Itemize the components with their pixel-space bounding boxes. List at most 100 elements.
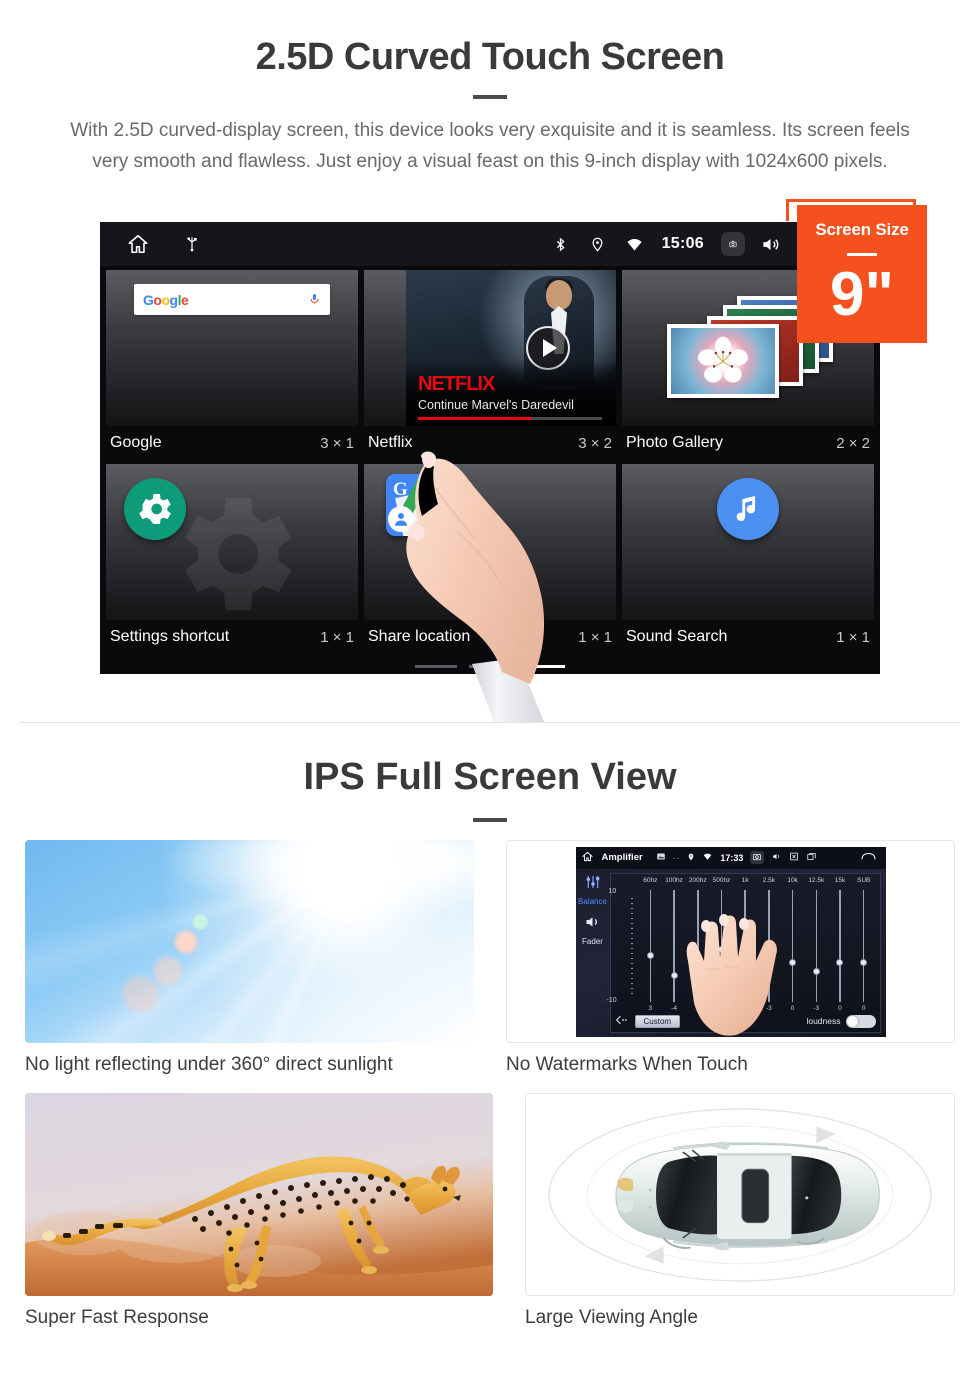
- wifi-icon[interactable]: [702, 852, 713, 863]
- google-maps-widget[interactable]: G: [364, 464, 616, 620]
- section-description: With 2.5D curved-display screen, this de…: [70, 120, 910, 172]
- feature-card-row: No light reflecting under 360° direct su…: [0, 840, 980, 1076]
- search-input[interactable]: Google: [134, 284, 330, 315]
- feature-card-row: Super Fast Response Large Viewing Angle: [0, 1093, 980, 1329]
- wifi-icon[interactable]: [623, 232, 647, 256]
- product-feature-page: 2.5D Curved Touch Screen With 2.5D curve…: [0, 0, 980, 1394]
- badge-title: Screen Size: [815, 220, 909, 239]
- section2-title: IPS Full Screen View: [303, 756, 677, 798]
- feature-card-viewing-angle: Large Viewing Angle: [525, 1093, 955, 1329]
- amplifier-status-bar: Amplifier ·· 17:33: [575, 846, 886, 869]
- widget-row: Google Google 3 × 1 NETFLIX Continue Mar…: [106, 270, 874, 462]
- page-dot[interactable]: [415, 665, 457, 668]
- google-g-letter: G: [393, 479, 408, 500]
- status-clock: 15:06: [661, 235, 704, 252]
- sound-search-widget[interactable]: [622, 464, 874, 620]
- amplifier-screenshot: Amplifier ·· 17:33 Balance Fader 60hz 10…: [506, 840, 955, 1043]
- recent-apps-icon[interactable]: [806, 852, 817, 863]
- sliders-icon[interactable]: [584, 874, 602, 895]
- running-cheetah: [25, 1093, 493, 1296]
- amplifier-clock: 17:33: [720, 852, 744, 863]
- device-status-bar: 15:06: [100, 222, 880, 266]
- page-dot[interactable]: [469, 665, 511, 668]
- volume-icon[interactable]: [771, 852, 782, 863]
- netflix-subtitle: Continue Marvel's Daredevil: [418, 398, 574, 412]
- camera-icon[interactable]: [721, 232, 745, 256]
- scale-min-label: -10: [606, 996, 617, 1004]
- widget-grid: Google Google 3 × 1 NETFLIX Continue Mar…: [100, 266, 880, 656]
- close-icon[interactable]: [789, 852, 799, 863]
- settings-gear-widget[interactable]: [106, 464, 358, 620]
- page-title: 2.5D Curved Touch Screen: [255, 36, 725, 78]
- band-label: 500hz: [712, 876, 731, 884]
- amplifier-title: Amplifier: [601, 852, 643, 863]
- balance-label[interactable]: Balance: [578, 897, 607, 906]
- band-label: 2.5k: [762, 876, 776, 884]
- widget-settings-shortcut[interactable]: Settings shortcut 1 × 1: [106, 464, 358, 656]
- back-arrow-icon[interactable]: [861, 852, 876, 863]
- gear-icon: [139, 494, 171, 524]
- eq-slider: [852, 889, 876, 1002]
- usb-icon[interactable]: [180, 232, 204, 256]
- volume-icon[interactable]: [758, 232, 782, 256]
- person-pin-icon: [388, 506, 414, 532]
- media-icon[interactable]: [656, 852, 666, 863]
- feature-caption: Super Fast Response: [25, 1307, 209, 1328]
- widget-label: Settings shortcut: [110, 628, 230, 645]
- feature-caption: No Watermarks When Touch: [506, 1054, 748, 1075]
- widget-size: 1 × 1: [320, 628, 354, 646]
- feature-card-sunlight: No light reflecting under 360° direct su…: [25, 840, 474, 1076]
- title-underline: [473, 95, 507, 99]
- location-icon[interactable]: [586, 232, 610, 256]
- touching-hand-illustration: [686, 913, 777, 1036]
- widget-share-location[interactable]: G Share location 1 × 1: [364, 464, 616, 656]
- widget-sound-search[interactable]: Sound Search 1 × 1: [622, 464, 874, 656]
- preset-button[interactable]: Custom: [634, 1014, 681, 1028]
- car-rotation-diagram: [548, 1107, 932, 1282]
- band-label: 100hz: [665, 876, 683, 884]
- netflix-widget[interactable]: NETFLIX Continue Marvel's Daredevil: [364, 270, 616, 426]
- page-indicator: [100, 665, 880, 668]
- loudness-toggle[interactable]: [845, 1014, 876, 1028]
- sunlight-photo: [25, 840, 474, 1043]
- feature-cards: No light reflecting under 360° direct su…: [0, 840, 980, 1329]
- widget-google[interactable]: Google Google 3 × 1: [106, 270, 358, 462]
- amplifier-side-controls: Balance Fader: [576, 869, 610, 1037]
- feature-caption: Large Viewing Angle: [525, 1307, 698, 1328]
- band-label: 15k: [834, 876, 846, 884]
- band-label: 12.5k: [808, 876, 825, 884]
- feature-card-cheetah: Super Fast Response: [25, 1093, 493, 1329]
- camera-icon[interactable]: [750, 851, 765, 864]
- bluetooth-icon[interactable]: [549, 232, 573, 256]
- eq-value: 0: [861, 1004, 866, 1012]
- home-icon[interactable]: [581, 851, 593, 864]
- eq-value: -3: [813, 1004, 820, 1012]
- microphone-icon[interactable]: [308, 290, 321, 309]
- band-label: SUB: [856, 876, 871, 884]
- feature-caption: No light reflecting under 360° direct su…: [25, 1054, 393, 1075]
- page-dot-active[interactable]: [523, 665, 565, 668]
- widget-netflix[interactable]: NETFLIX Continue Marvel's Daredevil Netf…: [364, 270, 616, 462]
- band-labels: 60hz 100hz 200hz 500hz 1k 2.5k 10k 12.5k: [639, 877, 876, 884]
- location-icon[interactable]: [687, 852, 695, 864]
- eq-slider: [828, 889, 852, 1002]
- feature-card-amplifier: Amplifier ·· 17:33 Balance Fader 60hz 10…: [506, 840, 955, 1076]
- eq-slider: [639, 889, 663, 1002]
- car-top-view-diagram: [525, 1093, 955, 1296]
- band-label: 200hz: [688, 876, 707, 884]
- progress-bar: [418, 417, 603, 420]
- eq-value: 0: [838, 1004, 842, 1012]
- widget-size: 3 × 2: [578, 434, 612, 452]
- widget-size: 2 × 2: [836, 434, 870, 452]
- device-screenshot: 15:06 Google Google 3 × 1 NETFLIX Contin…: [100, 222, 880, 674]
- widget-size: 1 × 1: [836, 628, 870, 646]
- fader-label[interactable]: Fader: [582, 937, 603, 946]
- scale-ticks: [630, 897, 633, 998]
- widget-label: Google: [110, 434, 162, 451]
- prev-preset-icon[interactable]: [615, 1012, 628, 1030]
- home-icon[interactable]: [126, 232, 150, 256]
- more-icon[interactable]: ··: [673, 853, 681, 863]
- google-search-widget[interactable]: Google: [106, 270, 358, 426]
- screen-size-badge: Screen Size 9": [797, 205, 927, 343]
- speaker-icon[interactable]: [583, 914, 602, 935]
